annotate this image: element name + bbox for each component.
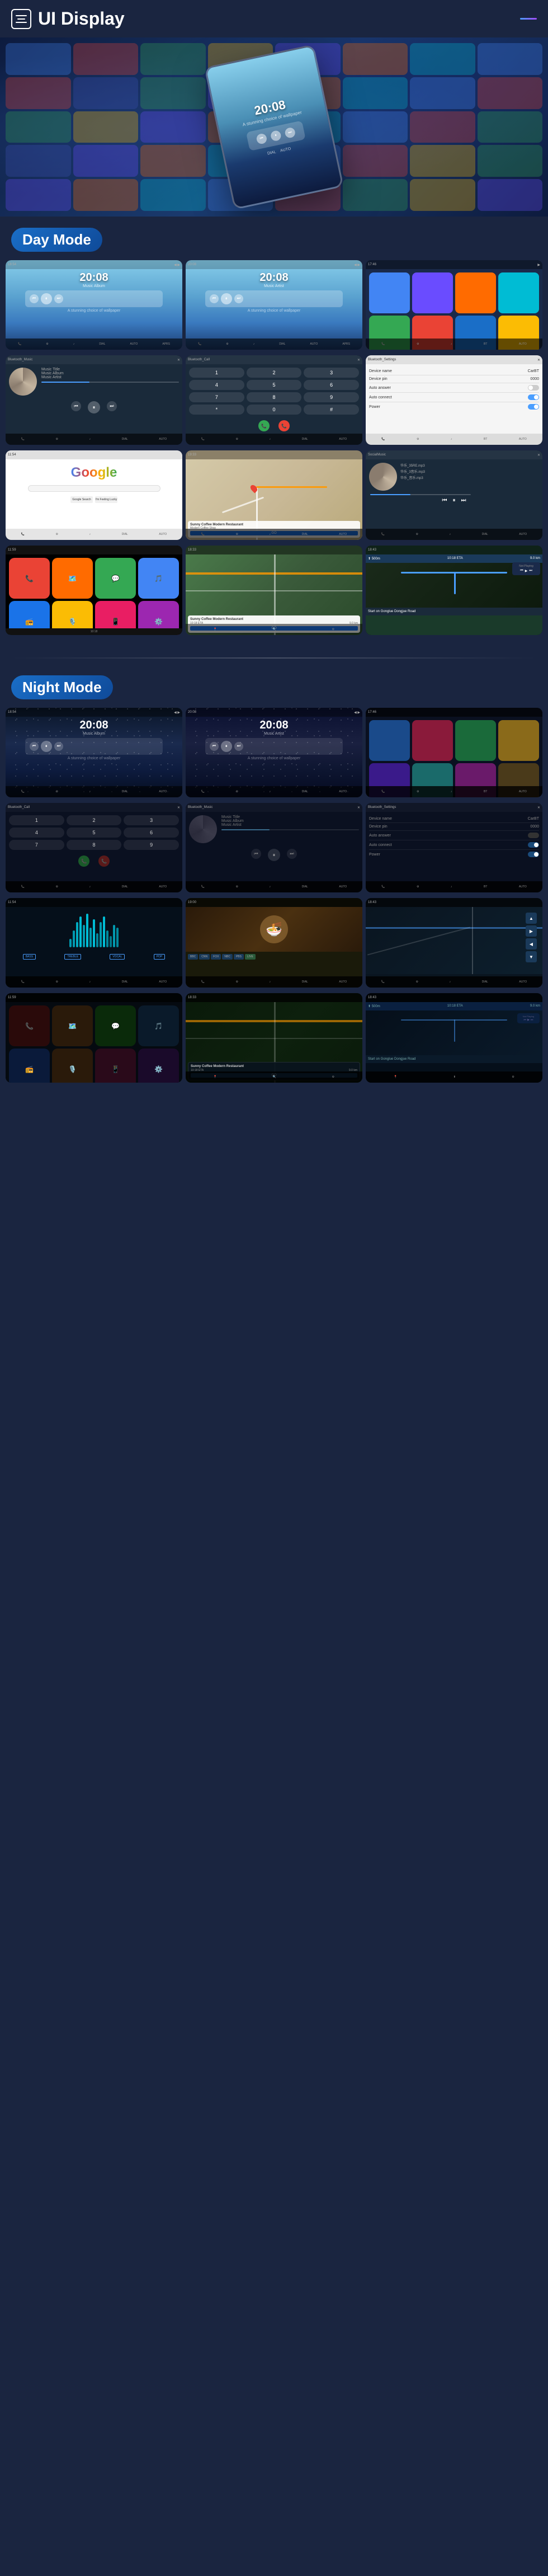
screen-nav-1: 📞 ⚙ ♪ DIAL AUTO APRS bbox=[6, 339, 182, 350]
section-divider bbox=[11, 657, 537, 659]
header: UI Display bbox=[0, 0, 548, 37]
waze-maps-screen: 18:33 Sunny Coffee Modern Restaurant 10:… bbox=[186, 546, 362, 635]
night-carplay-screen: 11:59 📞 🗺️ 💬 🎵 📻 🎙️ 📱 ⚙️ bbox=[6, 993, 182, 1083]
night-home-2: 20:08 ◀ ▶ 20:08 Music Artist ⏮ ⏸ ⏭ A stu… bbox=[186, 708, 362, 797]
night-music-screen: Bluetooth_Music ✕ Music Title Music Albu… bbox=[186, 803, 362, 892]
nav-turn-screen: 18:43 ⬆ 500m 10:18 ETA 9.0 km Start on G… bbox=[366, 546, 542, 635]
night-row-3: 11:54 bbox=[0, 898, 548, 993]
day-mode-section: Day Mode 18:54 ◀ ▶ 20:08 Music Album ⏮ ⏸… bbox=[0, 217, 548, 652]
night-turn-nav-screen: 18:43 ⬆ 500m 10:18 ETA 9.0 km Not Playin… bbox=[366, 993, 542, 1083]
night-app-grid: 17:46 📞⚙♪BTAUTO bbox=[366, 708, 542, 797]
nav-indicator bbox=[520, 18, 537, 20]
page-title: UI Display bbox=[38, 8, 125, 29]
day-row-3: 11:54 Google Google Search I'm Feeling L… bbox=[0, 450, 548, 546]
night-row-4: 11:59 📞 🗺️ 💬 🎵 📻 🎙️ 📱 ⚙️ 18:33 bbox=[0, 993, 548, 1088]
night-nav-screen: 18:43 ▲ ▶ ◀ ▼ 📞⚙♪DIALAUTO bbox=[366, 898, 542, 988]
header-left: UI Display bbox=[11, 8, 125, 29]
night-call-screen: Bluetooth_Call ✕ 1 2 3 4 5 6 7 8 9 📞 📞 bbox=[6, 803, 182, 892]
bluetooth-settings-screen: Bluetooth_Settings ✕ Device name CarBT D… bbox=[366, 355, 542, 445]
night-album-art bbox=[189, 815, 217, 843]
day-mode-label: Day Mode bbox=[0, 217, 548, 260]
day-row-4: 11:59 📞 🗺️ 💬 🎵 📻 🎙️ 📱 ⚙️ 10:1810:18 ETA bbox=[0, 546, 548, 641]
food-media-screen: 19:00 🍜 BBC CNN FOX NBC PBS LIVE 📞⚙♪DIAL… bbox=[186, 898, 362, 988]
night-mode-label: Night Mode bbox=[0, 664, 548, 708]
google-search-bar[interactable] bbox=[28, 485, 160, 492]
hero-section: 20:08 A stunning choice of wallpaper ⏮ ⏸… bbox=[0, 37, 548, 217]
bluetooth-music-screen: Bluetooth_Music ✕ Music Title Music Albu… bbox=[6, 355, 182, 445]
menu-button[interactable] bbox=[11, 9, 31, 29]
night-settings-screen: Bluetooth_Settings ✕ Device name CarBT D… bbox=[366, 803, 542, 892]
night-row-1: 18:54 ◀ ▶ 20:08 Music Album ⏮ ⏸ ⏭ A stun… bbox=[0, 708, 548, 803]
album-art bbox=[9, 368, 37, 396]
night-waze-screen: 18:33 Sunny Coffee Modern Restaurant 10:… bbox=[186, 993, 362, 1083]
day-home-screen-2: 20:08 ◀ ▶ 20:08 Music Artist ⏮ ⏸ ⏭ A stu… bbox=[186, 260, 362, 350]
screen-nav-2: 📞 ⚙ ♪ DIAL AUTO APRS bbox=[186, 339, 362, 350]
day-row-1: 18:54 ◀ ▶ 20:08 Music Album ⏮ ⏸ ⏭ A stun… bbox=[0, 260, 548, 355]
hero-player: ⏮ ⏸ ⏭ bbox=[246, 120, 306, 151]
day-row-2: Bluetooth_Music ✕ Music Title Music Albu… bbox=[0, 355, 548, 450]
night-eq-screen: 11:54 bbox=[6, 898, 182, 988]
bluetooth-call-screen: Bluetooth_Call ✕ 1 2 3 4 5 6 7 8 9 * 0 # bbox=[186, 355, 362, 445]
navigation-screen: 19:33 Sunny Coffee Modern Restaurant Mod… bbox=[186, 450, 362, 540]
google-carplay-screen: 11:54 Google Google Search I'm Feeling L… bbox=[6, 450, 182, 540]
night-row-2: Bluetooth_Call ✕ 1 2 3 4 5 6 7 8 9 📞 📞 bbox=[0, 803, 548, 898]
night-mode-section: Night Mode 18:54 ◀ ▶ 20:08 Music Album ⏮… bbox=[0, 664, 548, 1099]
social-music-screen: SocialMusic ✕ 华乐_35RE.mp3 华乐_3音乐.mp3 华乐_… bbox=[366, 450, 542, 540]
google-logo: Google bbox=[71, 465, 117, 481]
carplay-home-screen: 11:59 📞 🗺️ 💬 🎵 📻 🎙️ 📱 ⚙️ 10:1810:18 ETA bbox=[6, 546, 182, 635]
day-home-screen-1: 18:54 ◀ ▶ 20:08 Music Album ⏮ ⏸ ⏭ A stun… bbox=[6, 260, 182, 350]
day-app-grid-screen: 17:46 ▶ 📞 bbox=[366, 260, 542, 350]
night-home-1: 18:54 ◀ ▶ 20:08 Music Album ⏮ ⏸ ⏭ A stun… bbox=[6, 708, 182, 797]
